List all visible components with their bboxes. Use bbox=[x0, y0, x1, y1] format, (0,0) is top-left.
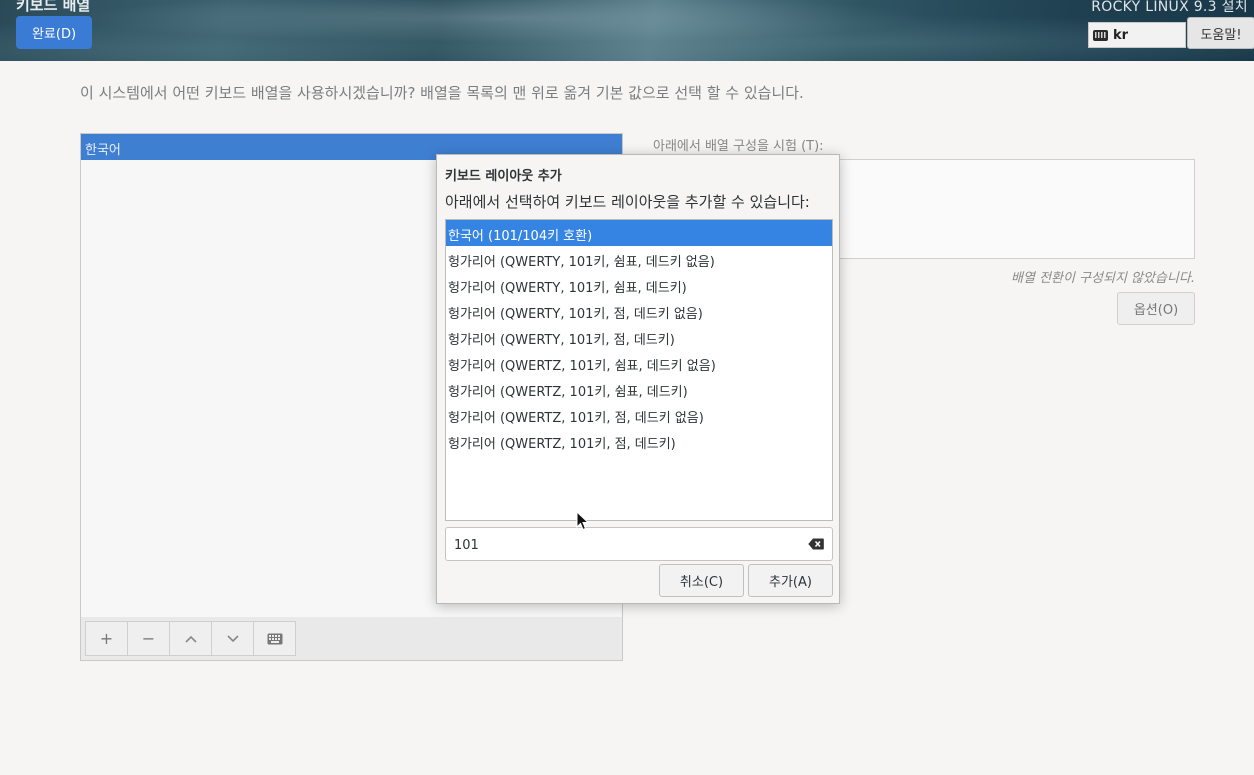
chevron-down-icon bbox=[226, 634, 239, 642]
layout-choice-item[interactable]: 헝가리어 (QWERTZ, 101키, 쉼표, 데드키 없음) bbox=[446, 350, 832, 376]
switch-note: 배열 전환이 구성되지 않았습니다. bbox=[1011, 271, 1195, 286]
layout-choice-item[interactable]: 헝가리어 (QWERTZ, 101키, 점, 데드키 없음) bbox=[446, 402, 832, 428]
instruction-text: 이 시스템에서 어떤 키보드 배열을 사용하시겠습니까? 배열을 목록의 맨 위… bbox=[80, 84, 804, 102]
dialog-subtitle: 아래에서 선택하여 키보드 레이아웃을 추가할 수 있습니다: bbox=[445, 193, 810, 211]
layout-choice-list[interactable]: 한국어 (101/104키 호환) 헝가리어 (QWERTY, 101키, 쉼표… bbox=[445, 219, 833, 521]
preview-layout-button[interactable] bbox=[253, 621, 296, 656]
chevron-up-icon bbox=[184, 635, 197, 643]
layout-choice-item[interactable]: 헝가리어 (QWERTY, 101키, 쉼표, 데드키) bbox=[446, 272, 832, 298]
layout-choice-item[interactable]: 헝가리어 (QWERTY, 101키, 점, 데드키) bbox=[446, 324, 832, 350]
layout-choice-item[interactable]: 한국어 (101/104키 호환) bbox=[446, 220, 832, 246]
move-up-button[interactable] bbox=[169, 621, 212, 656]
done-button[interactable]: 완료(D) bbox=[16, 16, 92, 49]
remove-layout-button[interactable]: − bbox=[127, 621, 170, 656]
search-input[interactable] bbox=[454, 536, 794, 554]
layout-toolbar: + − bbox=[80, 617, 623, 661]
options-button[interactable]: 옵션(O) bbox=[1117, 292, 1195, 325]
layout-choice-item[interactable]: 헝가리어 (QWERTZ, 101키, 점, 데드키) bbox=[446, 428, 832, 454]
layout-choice-item[interactable]: 헝가리어 (QWERTY, 101키, 점, 데드키 없음) bbox=[446, 298, 832, 324]
mouse-pointer-icon bbox=[576, 511, 590, 531]
add-layout-dialog: 키보드 레이아웃 추가 아래에서 선택하여 키보드 레이아웃을 추가할 수 있습… bbox=[436, 154, 840, 604]
keyboard-indicator[interactable]: kr bbox=[1088, 22, 1186, 48]
clear-text-icon[interactable] bbox=[808, 538, 824, 550]
search-field bbox=[445, 527, 833, 561]
dialog-title: 키보드 레이아웃 추가 bbox=[445, 169, 562, 184]
help-button[interactable]: 도움말! bbox=[1187, 17, 1254, 49]
product-title: ROCKY LINUX 9.3 설치 bbox=[1091, 0, 1248, 15]
minus-icon: − bbox=[141, 629, 156, 648]
keyboard-indicator-label: kr bbox=[1113, 27, 1129, 43]
cancel-button[interactable]: 취소(C) bbox=[659, 564, 744, 597]
layout-choice-item[interactable]: 헝가리어 (QWERTY, 101키, 쉼표, 데드키 없음) bbox=[446, 246, 832, 272]
page-title: 키보드 배열 bbox=[16, 0, 91, 14]
test-layout-label: 아래에서 배열 구성을 시험 (T): bbox=[653, 139, 824, 154]
keyboard-icon bbox=[1093, 29, 1108, 41]
layout-choice-item[interactable]: 헝가리어 (QWERTZ, 101키, 쉼표, 데드키) bbox=[446, 376, 832, 402]
keyboard-icon bbox=[267, 633, 282, 644]
plus-icon: + bbox=[99, 629, 114, 648]
add-button[interactable]: 추가(A) bbox=[748, 564, 833, 597]
add-layout-button[interactable]: + bbox=[85, 621, 128, 656]
move-down-button[interactable] bbox=[211, 621, 254, 656]
header-banner: 키보드 배열 완료(D) ROCKY LINUX 9.3 설치 kr 도움말! bbox=[0, 0, 1254, 61]
